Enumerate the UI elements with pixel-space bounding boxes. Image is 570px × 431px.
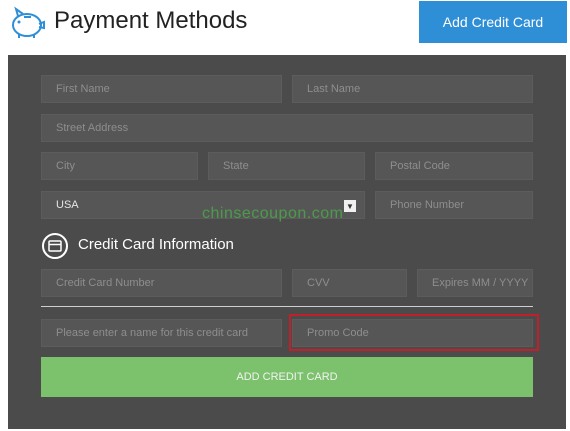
piggy-bank-icon — [6, 4, 46, 40]
add-credit-card-button[interactable]: Add Credit Card — [419, 1, 567, 43]
credit-card-icon — [42, 233, 68, 259]
card-name-field[interactable]: Please enter a name for this credit card — [41, 319, 282, 347]
payment-form-panel: First Name Last Name Street Address City… — [8, 55, 566, 429]
country-select-value: USA — [56, 199, 79, 211]
promo-code-highlight — [289, 314, 539, 351]
divider — [41, 306, 533, 307]
phone-number-field[interactable]: Phone Number — [375, 191, 533, 219]
page-title: Payment Methods — [54, 7, 248, 34]
cvv-field[interactable]: CVV — [292, 269, 407, 297]
credit-card-section-title: Credit Card Information — [78, 236, 234, 253]
page-header: Payment Methods Add Credit Card — [0, 0, 570, 50]
postal-code-field[interactable]: Postal Code — [375, 152, 533, 180]
expiration-field[interactable]: Expires MM / YYYY — [417, 269, 533, 297]
state-field[interactable]: State — [208, 152, 365, 180]
submit-add-credit-card-button[interactable]: ADD CREDIT CARD — [41, 357, 533, 397]
street-address-field[interactable]: Street Address — [41, 114, 533, 142]
first-name-field[interactable]: First Name — [41, 75, 282, 103]
chevron-down-icon[interactable]: ▼ — [344, 200, 356, 212]
watermark-text: chinsecoupon.com — [202, 205, 344, 222]
city-field[interactable]: City — [41, 152, 198, 180]
last-name-field[interactable]: Last Name — [292, 75, 533, 103]
credit-card-number-field[interactable]: Credit Card Number — [41, 269, 282, 297]
